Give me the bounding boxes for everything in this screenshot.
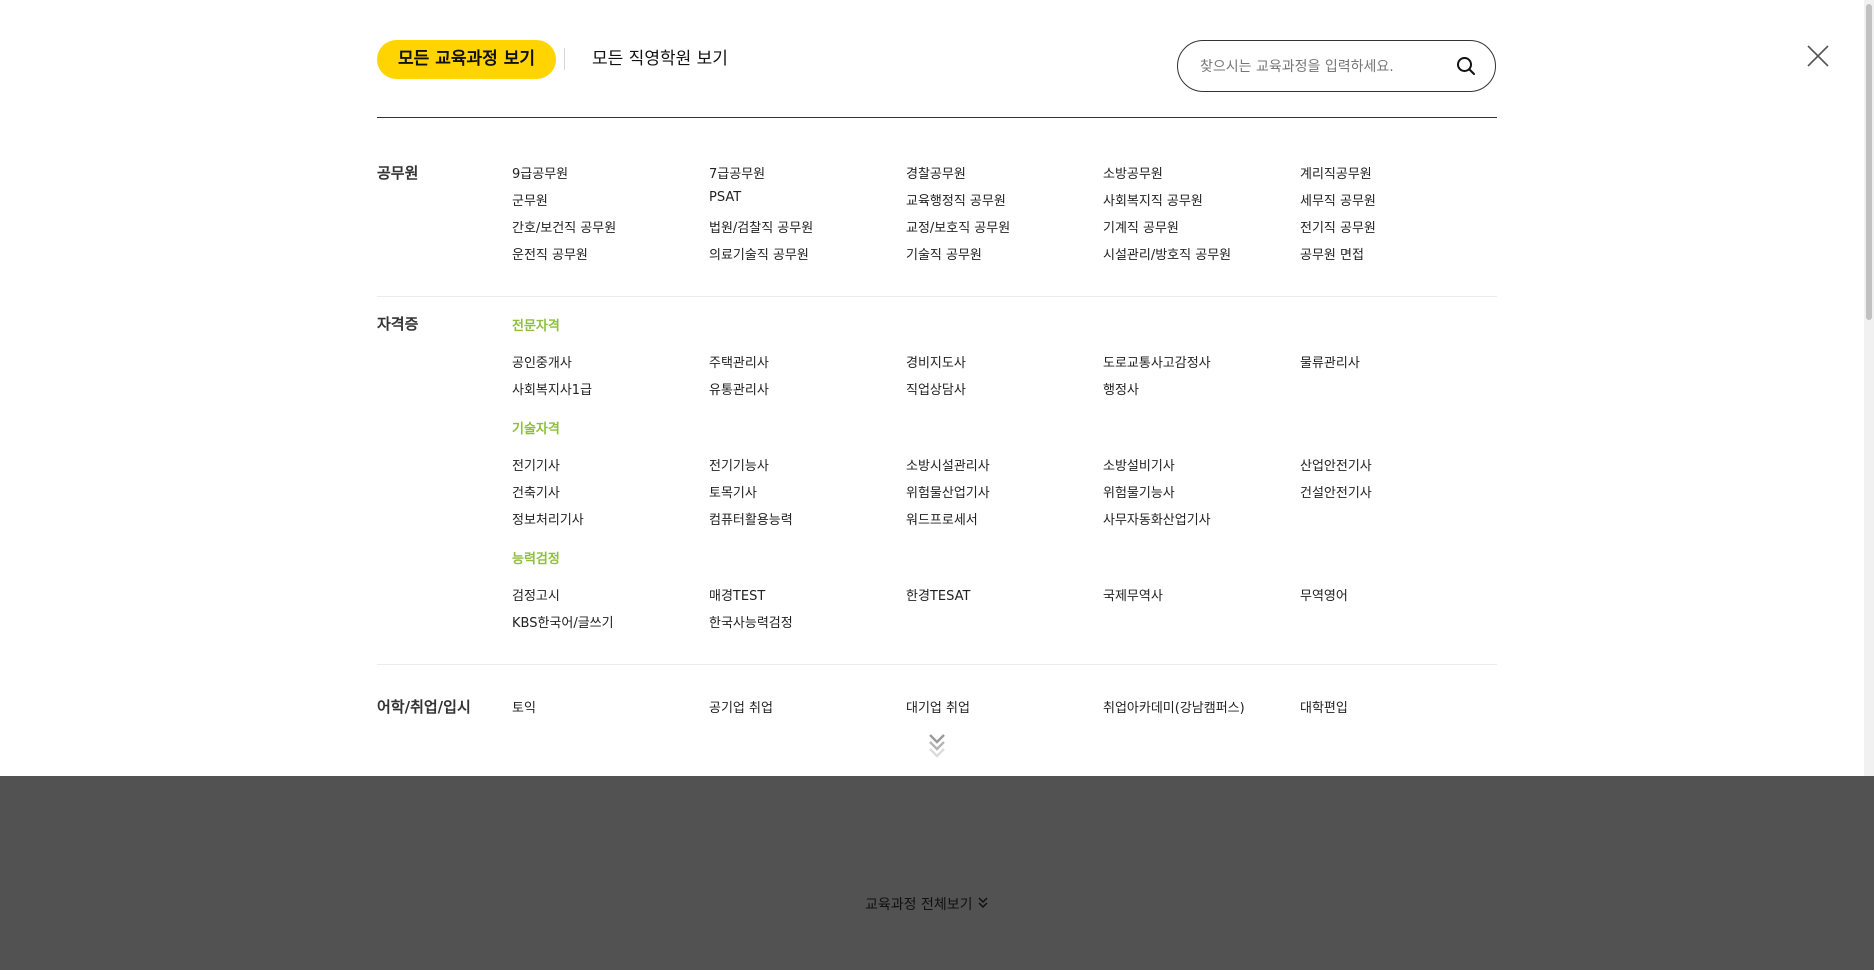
menu-item[interactable]: 주택관리사: [709, 352, 769, 371]
category-divider: [377, 664, 1497, 665]
menu-item[interactable]: 건설안전기사: [1300, 482, 1372, 501]
menu-item[interactable]: 간호/보건직 공무원: [512, 217, 616, 236]
menu-item[interactable]: 물류관리사: [1300, 352, 1360, 371]
menu-item[interactable]: 기술직 공무원: [906, 244, 982, 263]
menu-item[interactable]: 교정/보호직 공무원: [906, 217, 1010, 236]
menu-item[interactable]: 한국사능력검정: [709, 612, 793, 631]
menu-item[interactable]: 시설관리/방호직 공무원: [1103, 244, 1231, 263]
menu-item[interactable]: 교육행정직 공무원: [906, 190, 1006, 209]
double-chevron-down-icon: [977, 897, 988, 909]
menu-item[interactable]: 공기업 취업: [709, 697, 773, 716]
menu-item[interactable]: 국제무역사: [1103, 585, 1163, 604]
menu-item[interactable]: 소방설비기사: [1103, 455, 1175, 474]
all-academies-tab[interactable]: 모든 직영학원 보기: [592, 48, 728, 70]
view-all-courses-label: 교육과정 전체보기: [865, 897, 973, 913]
menu-item[interactable]: 기계직 공무원: [1103, 217, 1179, 236]
search-box: [1177, 40, 1496, 92]
tab-divider: [564, 48, 565, 70]
menu-item[interactable]: 경비지도사: [906, 352, 966, 371]
menu-item[interactable]: 운전직 공무원: [512, 244, 588, 263]
menu-item[interactable]: 건축기사: [512, 482, 560, 501]
menu-item[interactable]: 법원/검찰직 공무원: [709, 217, 813, 236]
menu-item[interactable]: 전기기사: [512, 455, 560, 474]
category-title-certificates: 자격증: [377, 315, 419, 333]
menu-item[interactable]: 취업아카데미(강남캠퍼스): [1103, 697, 1245, 716]
menu-item[interactable]: 위험물산업기사: [906, 482, 990, 501]
menu-item[interactable]: 산업안전기사: [1300, 455, 1372, 474]
subcategory-title: 능력검정: [512, 552, 560, 567]
menu-item[interactable]: 워드프로세서: [906, 509, 978, 528]
category-title-language-jobs: 어학/취업/입시: [377, 698, 471, 716]
menu-item[interactable]: 계리직공무원: [1300, 163, 1372, 182]
menu-item[interactable]: 사회복지사1급: [512, 379, 592, 398]
subcategory-title: 기술자격: [512, 422, 560, 437]
menu-item[interactable]: 군무원: [512, 190, 548, 209]
menu-item[interactable]: PSAT: [709, 190, 741, 205]
all-courses-tab[interactable]: 모든 교육과정 보기: [377, 40, 556, 79]
menu-item[interactable]: 소방공무원: [1103, 163, 1163, 182]
menu-item[interactable]: 토목기사: [709, 482, 757, 501]
menu-item[interactable]: 9급공무원: [512, 163, 568, 182]
menu-item[interactable]: 대학편입: [1300, 697, 1348, 716]
menu-item[interactable]: 유통관리사: [709, 379, 769, 398]
menu-item[interactable]: 행정사: [1103, 379, 1139, 398]
menu-item[interactable]: 무역영어: [1300, 585, 1348, 604]
search-input[interactable]: [1198, 53, 1442, 81]
menu-item[interactable]: 위험물기능사: [1103, 482, 1175, 501]
menu-item[interactable]: 컴퓨터활용능력: [709, 509, 793, 528]
menu-item[interactable]: 공무원 면접: [1300, 244, 1364, 263]
course-menu-panel: 모든 교육과정 보기 모든 직영학원 보기 공무원 9급공무원 7급공무원 경찰…: [0, 0, 1874, 776]
menu-item[interactable]: 정보처리기사: [512, 509, 584, 528]
view-all-courses-link[interactable]: 교육과정 전체보기: [865, 894, 989, 914]
menu-item[interactable]: 세무직 공무원: [1300, 190, 1376, 209]
close-icon[interactable]: [1806, 44, 1830, 68]
menu-item[interactable]: 검정고시: [512, 585, 560, 604]
menu-item[interactable]: 전기직 공무원: [1300, 217, 1376, 236]
search-icon[interactable]: [1455, 55, 1477, 77]
scrollbar-thumb[interactable]: [1866, 4, 1872, 320]
menu-item[interactable]: 사무자동화산업기사: [1103, 509, 1211, 528]
double-chevron-down-icon[interactable]: [927, 732, 947, 758]
menu-item[interactable]: 소방시설관리사: [906, 455, 990, 474]
menu-item[interactable]: 한경TESAT: [906, 585, 970, 604]
subcategory-title: 전문자격: [512, 319, 560, 334]
category-divider: [377, 296, 1497, 297]
footer-bar: [0, 776, 1874, 970]
menu-item[interactable]: KBS한국어/글쓰기: [512, 612, 614, 631]
menu-item[interactable]: 의료기술직 공무원: [709, 244, 809, 263]
menu-item[interactable]: 공인중개사: [512, 352, 572, 371]
menu-item[interactable]: 경찰공무원: [906, 163, 966, 182]
menu-item[interactable]: 사회복지직 공무원: [1103, 190, 1203, 209]
menu-item[interactable]: 도로교통사고감정사: [1103, 352, 1211, 371]
header-divider: [377, 117, 1497, 118]
menu-item[interactable]: 전기기능사: [709, 455, 769, 474]
menu-item[interactable]: 토익: [512, 697, 536, 716]
menu-item[interactable]: 매경TEST: [709, 585, 765, 604]
menu-item[interactable]: 7급공무원: [709, 163, 765, 182]
menu-item[interactable]: 직업상담사: [906, 379, 966, 398]
category-title-civil-service: 공무원: [377, 164, 419, 182]
menu-item[interactable]: 대기업 취업: [906, 697, 970, 716]
